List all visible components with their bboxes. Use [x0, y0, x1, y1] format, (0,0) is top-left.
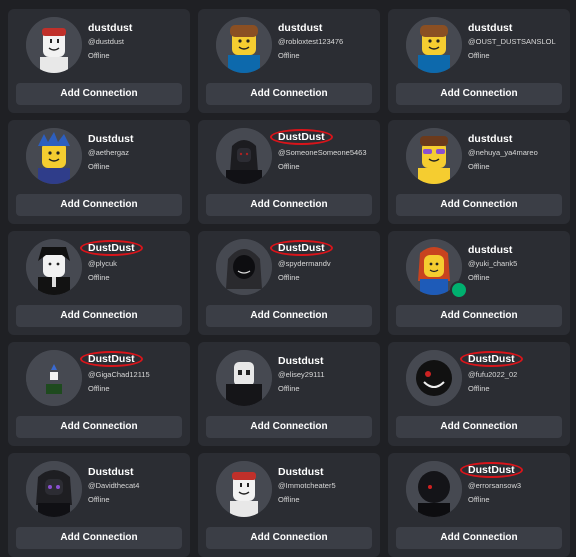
presence-status: Offline: [278, 51, 300, 60]
presence-indicator-icon: [450, 281, 468, 299]
connection-card[interactable]: DustDust @plycuk Offline Add Connection: [8, 231, 190, 335]
username-handle: @nehuya_ya4mareo: [468, 148, 538, 157]
connection-card[interactable]: dustdust @nehuya_ya4mareo Offline Add Conne…: [388, 120, 570, 224]
grey-hood-avatar[interactable]: [216, 239, 272, 295]
connection-card[interactable]: Dustdust @elisey29111 Offline Add Connectio…: [198, 342, 380, 446]
classic-noob-avatar[interactable]: [216, 17, 272, 73]
add-connection-button[interactable]: Add Connection: [396, 416, 562, 438]
add-connection-button[interactable]: Add Connection: [206, 416, 372, 438]
display-name[interactable]: Dustdust: [88, 133, 134, 145]
presence-status: Offline: [88, 273, 110, 282]
add-connection-button[interactable]: Add Connection: [396, 83, 562, 105]
display-name[interactable]: DustDust: [460, 351, 523, 367]
add-connection-button[interactable]: Add Connection: [396, 305, 562, 327]
dark-red-eye-avatar[interactable]: [406, 461, 462, 517]
purple-eyes-avatar[interactable]: [26, 461, 82, 517]
presence-status: Offline: [468, 384, 490, 393]
username-handle: @aethergaz: [88, 148, 129, 157]
display-name[interactable]: dustdust: [468, 22, 512, 34]
display-name[interactable]: DustDust: [80, 351, 143, 367]
display-name[interactable]: Dustdust: [88, 466, 134, 478]
classic-noob-avatar[interactable]: [406, 17, 462, 73]
display-name[interactable]: dustdust: [88, 22, 132, 34]
white-face-red-cap-avatar[interactable]: [216, 461, 272, 517]
presence-status: Offline: [278, 162, 300, 171]
username-handle: @spydermandv: [278, 259, 331, 268]
connection-card[interactable]: Dustdust @aethergaz Offline Add Connection: [8, 120, 190, 224]
display-name[interactable]: Dustdust: [278, 355, 324, 367]
add-connection-button[interactable]: Add Connection: [16, 527, 182, 549]
connection-card[interactable]: DustDust @fufu2022_02 Offline Add Connectio…: [388, 342, 570, 446]
display-name[interactable]: DustDust: [270, 129, 333, 145]
presence-status: Offline: [468, 162, 490, 171]
add-connection-button[interactable]: Add Connection: [396, 194, 562, 216]
masked-black-avatar[interactable]: [216, 350, 272, 406]
add-connection-button[interactable]: Add Connection: [16, 83, 182, 105]
connection-card[interactable]: DustDust @errorsansow3 Offline Add Connecti…: [388, 453, 570, 557]
black-grin-avatar[interactable]: [406, 350, 462, 406]
username-handle: @dustdust: [88, 37, 124, 46]
username-handle: @fufu2022_02: [468, 370, 518, 379]
add-connection-button[interactable]: Add Connection: [16, 194, 182, 216]
username-handle: @GigaChad12115: [88, 370, 150, 379]
blue-hair-avatar[interactable]: [26, 128, 82, 184]
display-name[interactable]: dustdust: [278, 22, 322, 34]
tiny-green-avatar[interactable]: [26, 350, 82, 406]
add-connection-button[interactable]: Add Connection: [206, 83, 372, 105]
connection-card[interactable]: DustDust @SomeoneSomeone5463 Offline Add Co…: [198, 120, 380, 224]
add-connection-button[interactable]: Add Connection: [206, 527, 372, 549]
username-handle: @robloxtest123476: [278, 37, 344, 46]
presence-status: Offline: [88, 51, 110, 60]
add-connection-button[interactable]: Add Connection: [16, 305, 182, 327]
black-hair-suit-avatar[interactable]: [26, 239, 82, 295]
username-handle: @OUST_DUSTSANSLOL: [468, 37, 556, 46]
presence-status: Offline: [88, 162, 110, 171]
presence-status: Offline: [88, 384, 110, 393]
sunglasses-avatar[interactable]: [406, 128, 462, 184]
display-name[interactable]: Dustdust: [278, 466, 324, 478]
add-connection-button[interactable]: Add Connection: [16, 416, 182, 438]
connection-card[interactable]: Dustdust @Immotcheater5 Offline Add Connect…: [198, 453, 380, 557]
display-name[interactable]: DustDust: [80, 240, 143, 256]
username-handle: @Immotcheater5: [278, 481, 336, 490]
connection-card[interactable]: Dustdust @Davidthecat4 Offline Add Connecti…: [8, 453, 190, 557]
connection-card[interactable]: dustdust @yuki_chank5 Offline Add Connectio…: [388, 231, 570, 335]
username-handle: @yuki_chank5: [468, 259, 518, 268]
dark-hooded-avatar[interactable]: [216, 128, 272, 184]
presence-status: Offline: [278, 273, 300, 282]
display-name[interactable]: DustDust: [460, 462, 523, 478]
add-connection-button[interactable]: Add Connection: [206, 305, 372, 327]
connection-card[interactable]: DustDust @spydermandv Offline Add Connectio…: [198, 231, 380, 335]
white-face-red-cap-avatar[interactable]: [26, 17, 82, 73]
presence-status: Offline: [468, 273, 490, 282]
add-connection-button[interactable]: Add Connection: [396, 527, 562, 549]
display-name[interactable]: DustDust: [270, 240, 333, 256]
connection-card[interactable]: DustDust @GigaChad12115 Offline Add Connect…: [8, 342, 190, 446]
connection-card[interactable]: dustdust @robloxtest123476 Offline Add Conn…: [198, 9, 380, 113]
username-handle: @SomeoneSomeone5463: [278, 148, 367, 157]
display-name[interactable]: dustdust: [468, 133, 512, 145]
username-handle: @elisey29111: [278, 370, 325, 379]
username-handle: @plycuk: [88, 259, 117, 268]
presence-status: Offline: [468, 51, 490, 60]
connections-grid: dustdust @dustdust Offline Add Connection du…: [0, 0, 576, 557]
connection-card[interactable]: dustdust @OUST_DUSTSANSLOL Offline Add Conn…: [388, 9, 570, 113]
presence-status: Offline: [278, 384, 300, 393]
username-handle: @Davidthecat4: [88, 481, 140, 490]
add-connection-button[interactable]: Add Connection: [206, 194, 372, 216]
display-name[interactable]: dustdust: [468, 244, 512, 256]
connection-card[interactable]: dustdust @dustdust Offline Add Connection: [8, 9, 190, 113]
username-handle: @errorsansow3: [468, 481, 522, 490]
